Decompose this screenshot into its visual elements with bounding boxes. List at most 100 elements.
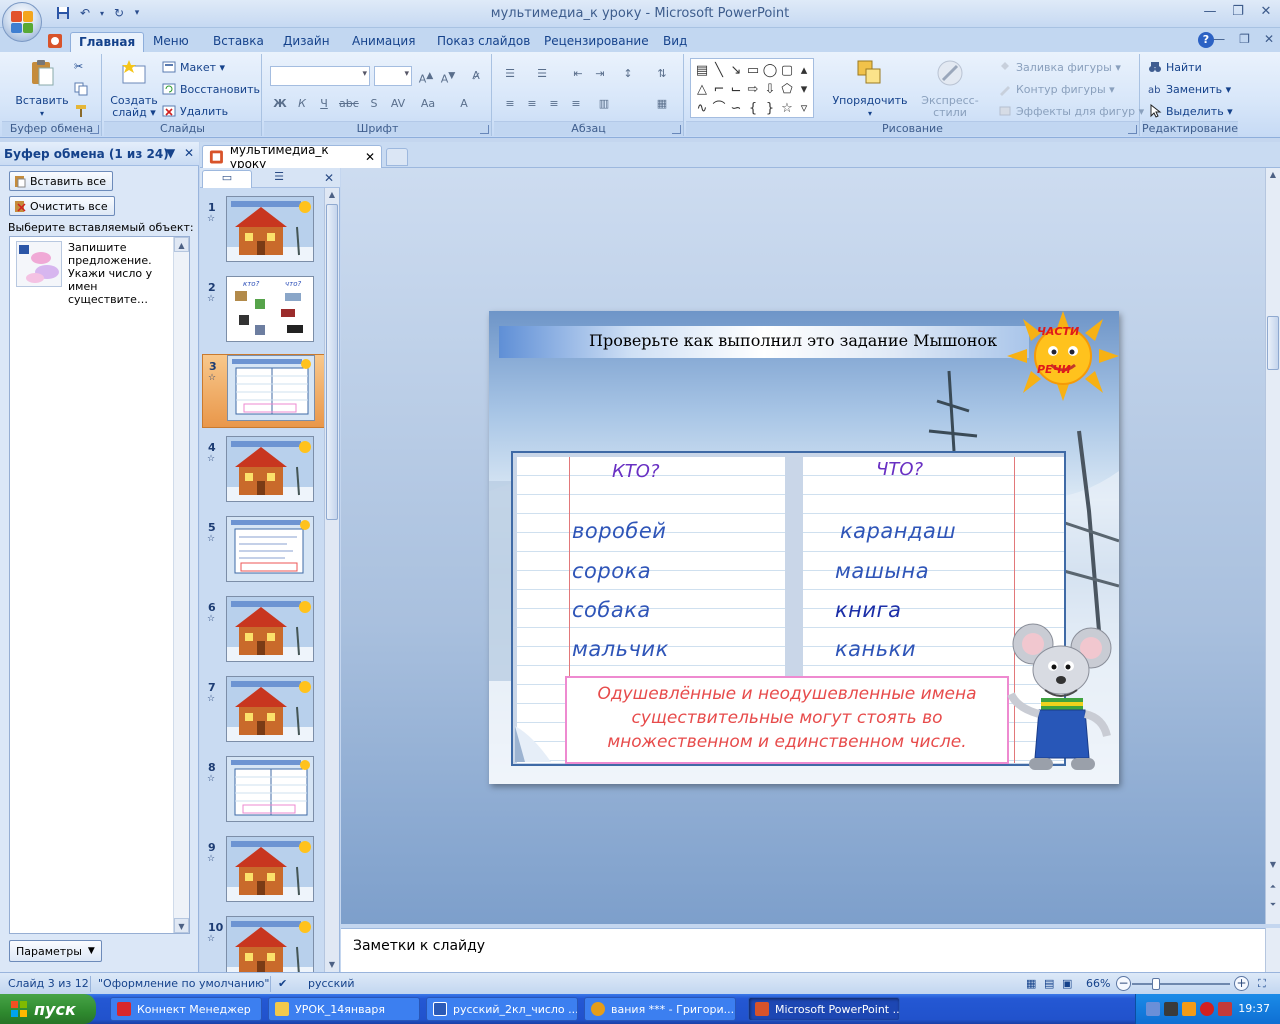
shadow-icon[interactable]: S — [364, 94, 384, 112]
slide-thumbnail[interactable]: 5 ☆ — [202, 516, 326, 590]
new-slide-button[interactable]: Создать слайд ▾ — [108, 58, 160, 119]
next-slide-icon[interactable]: ⏷ — [1266, 898, 1280, 912]
fit-to-window-icon[interactable]: ⛶ — [1258, 977, 1266, 991]
layout-button[interactable]: Макет ▾ — [162, 60, 225, 74]
inanimate-noun-word[interactable]: машына — [835, 559, 929, 583]
paste-button[interactable]: Вставить ▾ — [12, 58, 72, 120]
scroll-down-icon[interactable]: ▼ — [174, 918, 189, 933]
slide-thumbnail[interactable]: 3 ☆ — [202, 354, 326, 428]
align-left-icon[interactable]: ≡ — [500, 94, 520, 112]
shrink-font-icon[interactable]: A▼ — [438, 66, 458, 86]
copy-icon[interactable] — [74, 82, 88, 96]
shapes-gallery[interactable]: ▤ ╲ ↘ ▭ ◯ ▢ ▴ △ ⌐ ⌙ ⇨ ⇩ ⬠ ▾ ∿ ⌒ ∽ { } ☆ … — [690, 58, 814, 118]
spacing-icon[interactable]: AV — [388, 94, 408, 112]
decrease-indent-icon[interactable]: ⇤ — [568, 64, 588, 82]
previous-slide-icon[interactable]: ⏶ — [1266, 880, 1280, 894]
inanimate-noun-word[interactable]: книга — [835, 598, 901, 622]
inanimate-noun-word[interactable]: карандаш — [840, 519, 956, 543]
font-dialog-launcher[interactable] — [480, 125, 489, 134]
help-icon[interactable]: ? — [1198, 32, 1214, 48]
grammar-rule-box[interactable]: Одушевлённые и неодушевленные имена суще… — [565, 676, 1009, 764]
zoom-out-button[interactable]: − — [1116, 976, 1131, 991]
right-arrow-shape-icon[interactable]: ⇨ — [745, 80, 761, 99]
slide-vertical-scrollbar[interactable]: ▲ ▼ ⏶ ⏷ — [1265, 168, 1280, 924]
clipboard-item[interactable]: Запишите предложение. Укажи число у имен… — [16, 241, 168, 306]
pane-close-icon[interactable]: ✕ — [184, 146, 194, 160]
opera-tray-icon[interactable] — [1200, 1002, 1214, 1016]
slide-title[interactable]: Проверьте как выполнил это задание Мышон… — [589, 331, 997, 350]
gallery-up-icon[interactable]: ▴ — [796, 61, 812, 80]
slide-thumbnail[interactable]: 9 ☆ — [202, 836, 326, 910]
arc-shape-icon[interactable]: ⌒ — [711, 99, 727, 118]
format-painter-icon[interactable] — [74, 104, 88, 118]
tab-home[interactable]: Главная — [70, 32, 145, 52]
document-tab-close-icon[interactable]: ✕ — [365, 150, 375, 164]
clear-format-icon[interactable]: A̷ — [466, 66, 486, 84]
zoom-slider-track[interactable] — [1132, 983, 1230, 985]
cut-icon[interactable]: ✂ — [74, 60, 83, 73]
slide-scroll-up-icon[interactable]: ▲ — [1266, 168, 1280, 182]
connector-shape-icon[interactable]: ⌐ — [711, 80, 727, 99]
line-spacing-icon[interactable]: ↕ — [618, 64, 638, 82]
drawing-dialog-launcher[interactable] — [1128, 125, 1137, 134]
slide-thumbnail[interactable]: 1 ☆ — [202, 196, 326, 270]
bullets-icon[interactable]: ☰ — [500, 64, 520, 82]
tab-insert[interactable]: Вставка — [205, 32, 272, 52]
tab-view[interactable]: Вид — [655, 32, 695, 52]
slideshow-view-icon[interactable]: ▣ — [1062, 977, 1072, 990]
pentagon-shape-icon[interactable]: ⬠ — [779, 80, 795, 99]
slide-thumbnail[interactable]: 6 ☆ — [202, 596, 326, 670]
font-color-icon[interactable]: A — [454, 94, 474, 112]
text-direction-icon[interactable]: ⇅ — [652, 64, 672, 82]
thumbnail-scrollbar[interactable]: ▲ ▼ — [324, 188, 339, 972]
replace-button[interactable]: ab Заменить ▾ — [1148, 82, 1231, 97]
arrow-shape-icon[interactable]: ↘ — [728, 61, 744, 80]
justify-icon[interactable]: ≡ — [566, 94, 586, 112]
increase-indent-icon[interactable]: ⇥ — [590, 64, 610, 82]
notes-scrollbar[interactable] — [1265, 928, 1280, 972]
brace-close-shape-icon[interactable]: } — [762, 99, 778, 118]
tab-outline-view[interactable]: ☰ — [254, 170, 304, 188]
office-button[interactable] — [2, 2, 42, 42]
triangle-shape-icon[interactable]: △ — [694, 80, 710, 99]
numbering-icon[interactable]: ☰ — [532, 64, 552, 82]
paragraph-dialog-launcher[interactable] — [672, 125, 681, 134]
minimize-button[interactable]: — — [1202, 4, 1218, 20]
slide-scroll-down-icon[interactable]: ▼ — [1266, 858, 1280, 872]
underline-icon[interactable]: Ч — [314, 94, 334, 112]
textbox-shape-icon[interactable]: ▤ — [694, 61, 710, 80]
slide-sorter-icon[interactable]: ▤ — [1044, 977, 1054, 990]
slide-thumbnail[interactable]: 2 ☆ кто? что? — [202, 276, 326, 350]
maximize-button[interactable]: ❐ — [1230, 4, 1246, 20]
media-tray-icon[interactable] — [1182, 1002, 1196, 1016]
zoom-slider-knob[interactable] — [1152, 978, 1160, 990]
line-shape-icon[interactable]: ╲ — [711, 61, 727, 80]
clipboard-dialog-launcher[interactable] — [90, 125, 99, 134]
select-button[interactable]: Выделить ▾ — [1148, 104, 1233, 118]
slide-notes-pane[interactable]: Заметки к слайду — [341, 928, 1265, 972]
gallery-more-icon[interactable]: ▿ — [796, 99, 812, 118]
slide-thumbnail[interactable]: 7 ☆ — [202, 676, 326, 750]
shape-fill-button[interactable]: Заливка фигуры ▾ — [998, 60, 1121, 74]
elbow-shape-icon[interactable]: ⌙ — [728, 80, 744, 99]
network-tray-icon[interactable] — [1146, 1002, 1160, 1016]
thumbnail-pane-close-icon[interactable]: ✕ — [324, 171, 334, 185]
document-tab[interactable]: мультимедиа_к уроку ✕ — [202, 143, 382, 171]
oval-shape-icon[interactable]: ◯ — [762, 61, 778, 80]
rectangle-shape-icon[interactable]: ▭ — [745, 61, 761, 80]
slide-scroll-handle[interactable] — [1267, 316, 1279, 370]
smartart-icon[interactable]: ▦ — [652, 94, 672, 112]
taskbar-button-connect-manager[interactable]: Коннект Менеджер — [110, 997, 262, 1021]
shape-outline-button[interactable]: Контур фигуры ▾ — [998, 82, 1115, 96]
delete-slide-button[interactable]: Удалить — [162, 104, 228, 118]
curve-shape-icon[interactable]: ∿ — [694, 99, 710, 118]
tab-review[interactable]: Рецензирование — [536, 32, 657, 52]
down-arrow-shape-icon[interactable]: ⇩ — [762, 80, 778, 99]
thumb-scroll-handle[interactable] — [326, 204, 338, 520]
speaker-tray-icon[interactable] — [1164, 1002, 1178, 1016]
ribbon-minimize-icon[interactable]: — — [1213, 32, 1225, 46]
brace-shape-icon[interactable]: { — [745, 99, 761, 118]
taskbar-button-folder[interactable]: УРОК_14января — [268, 997, 420, 1021]
wave-shape-icon[interactable]: ∽ — [728, 99, 744, 118]
align-center-icon[interactable]: ≡ — [522, 94, 542, 112]
